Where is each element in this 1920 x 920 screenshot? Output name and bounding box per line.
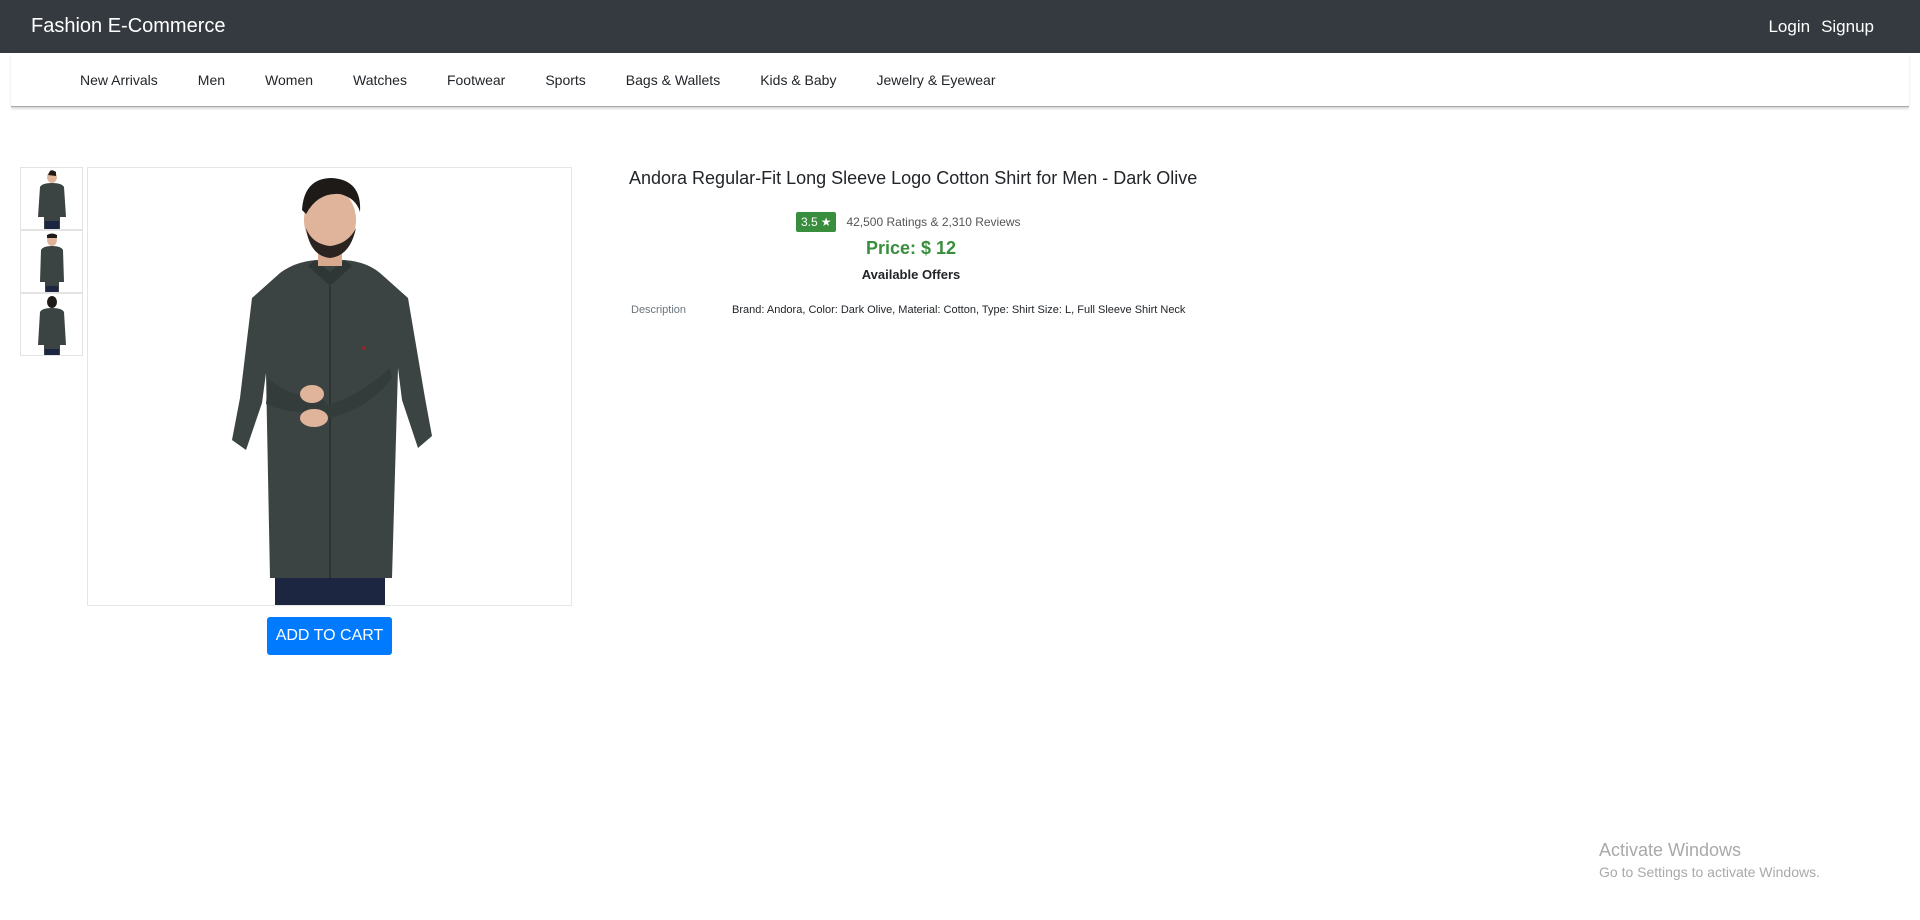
category-new-arrivals[interactable]: New Arrivals bbox=[80, 72, 158, 88]
category-women[interactable]: Women bbox=[265, 72, 313, 88]
category-menu: New Arrivals Men Women Watches Footwear … bbox=[11, 53, 1909, 107]
thumbnail-front[interactable] bbox=[20, 167, 83, 230]
auth-links: Login Signup bbox=[1768, 17, 1874, 37]
rating-value: 3.5 bbox=[801, 215, 818, 229]
login-link[interactable]: Login bbox=[1768, 17, 1810, 37]
category-jewelry-eyewear[interactable]: Jewelry & Eyewear bbox=[876, 72, 995, 88]
star-icon: ★ bbox=[820, 215, 832, 229]
category-kids-baby[interactable]: Kids & Baby bbox=[760, 72, 836, 88]
main-product-image[interactable] bbox=[87, 167, 572, 606]
category-sports[interactable]: Sports bbox=[545, 72, 585, 88]
activate-windows-watermark: Activate Windows Go to Settings to activ… bbox=[1599, 840, 1820, 880]
product-title: Andora Regular-Fit Long Sleeve Logo Cott… bbox=[629, 168, 1198, 188]
shirt-model-image bbox=[231, 178, 432, 605]
category-watches[interactable]: Watches bbox=[353, 72, 407, 88]
description-text: Brand: Andora, Color: Dark Olive, Materi… bbox=[732, 304, 1186, 316]
add-to-cart-button[interactable]: ADD TO CART bbox=[267, 617, 392, 655]
ratings-reviews-count: 42,500 Ratings & 2,310 Reviews bbox=[846, 215, 1021, 229]
shirt-back-thumbnail-image bbox=[37, 296, 66, 355]
category-bags-wallets[interactable]: Bags & Wallets bbox=[626, 72, 720, 88]
description-label: Description bbox=[631, 304, 687, 316]
thumbnail-list bbox=[20, 167, 83, 356]
brand-link[interactable]: Fashion E-Commerce bbox=[31, 15, 226, 38]
product-price: Price: $ 12 bbox=[865, 238, 957, 258]
signup-link[interactable]: Signup bbox=[1821, 17, 1874, 37]
rating-row: 3.5 ★ 42,500 Ratings & 2,310 Reviews bbox=[796, 212, 1021, 232]
shirt-front-thumbnail-image bbox=[37, 170, 66, 229]
activate-windows-subtitle: Go to Settings to activate Windows. bbox=[1599, 864, 1820, 880]
category-footwear[interactable]: Footwear bbox=[447, 72, 505, 88]
thumbnail-back[interactable] bbox=[20, 293, 83, 356]
category-men[interactable]: Men bbox=[198, 72, 225, 88]
rating-badge: 3.5 ★ bbox=[796, 212, 837, 232]
activate-windows-title: Activate Windows bbox=[1599, 840, 1742, 860]
available-offers: Available Offers bbox=[861, 267, 961, 282]
top-navbar: Fashion E-Commerce Login Signup bbox=[0, 0, 1920, 53]
